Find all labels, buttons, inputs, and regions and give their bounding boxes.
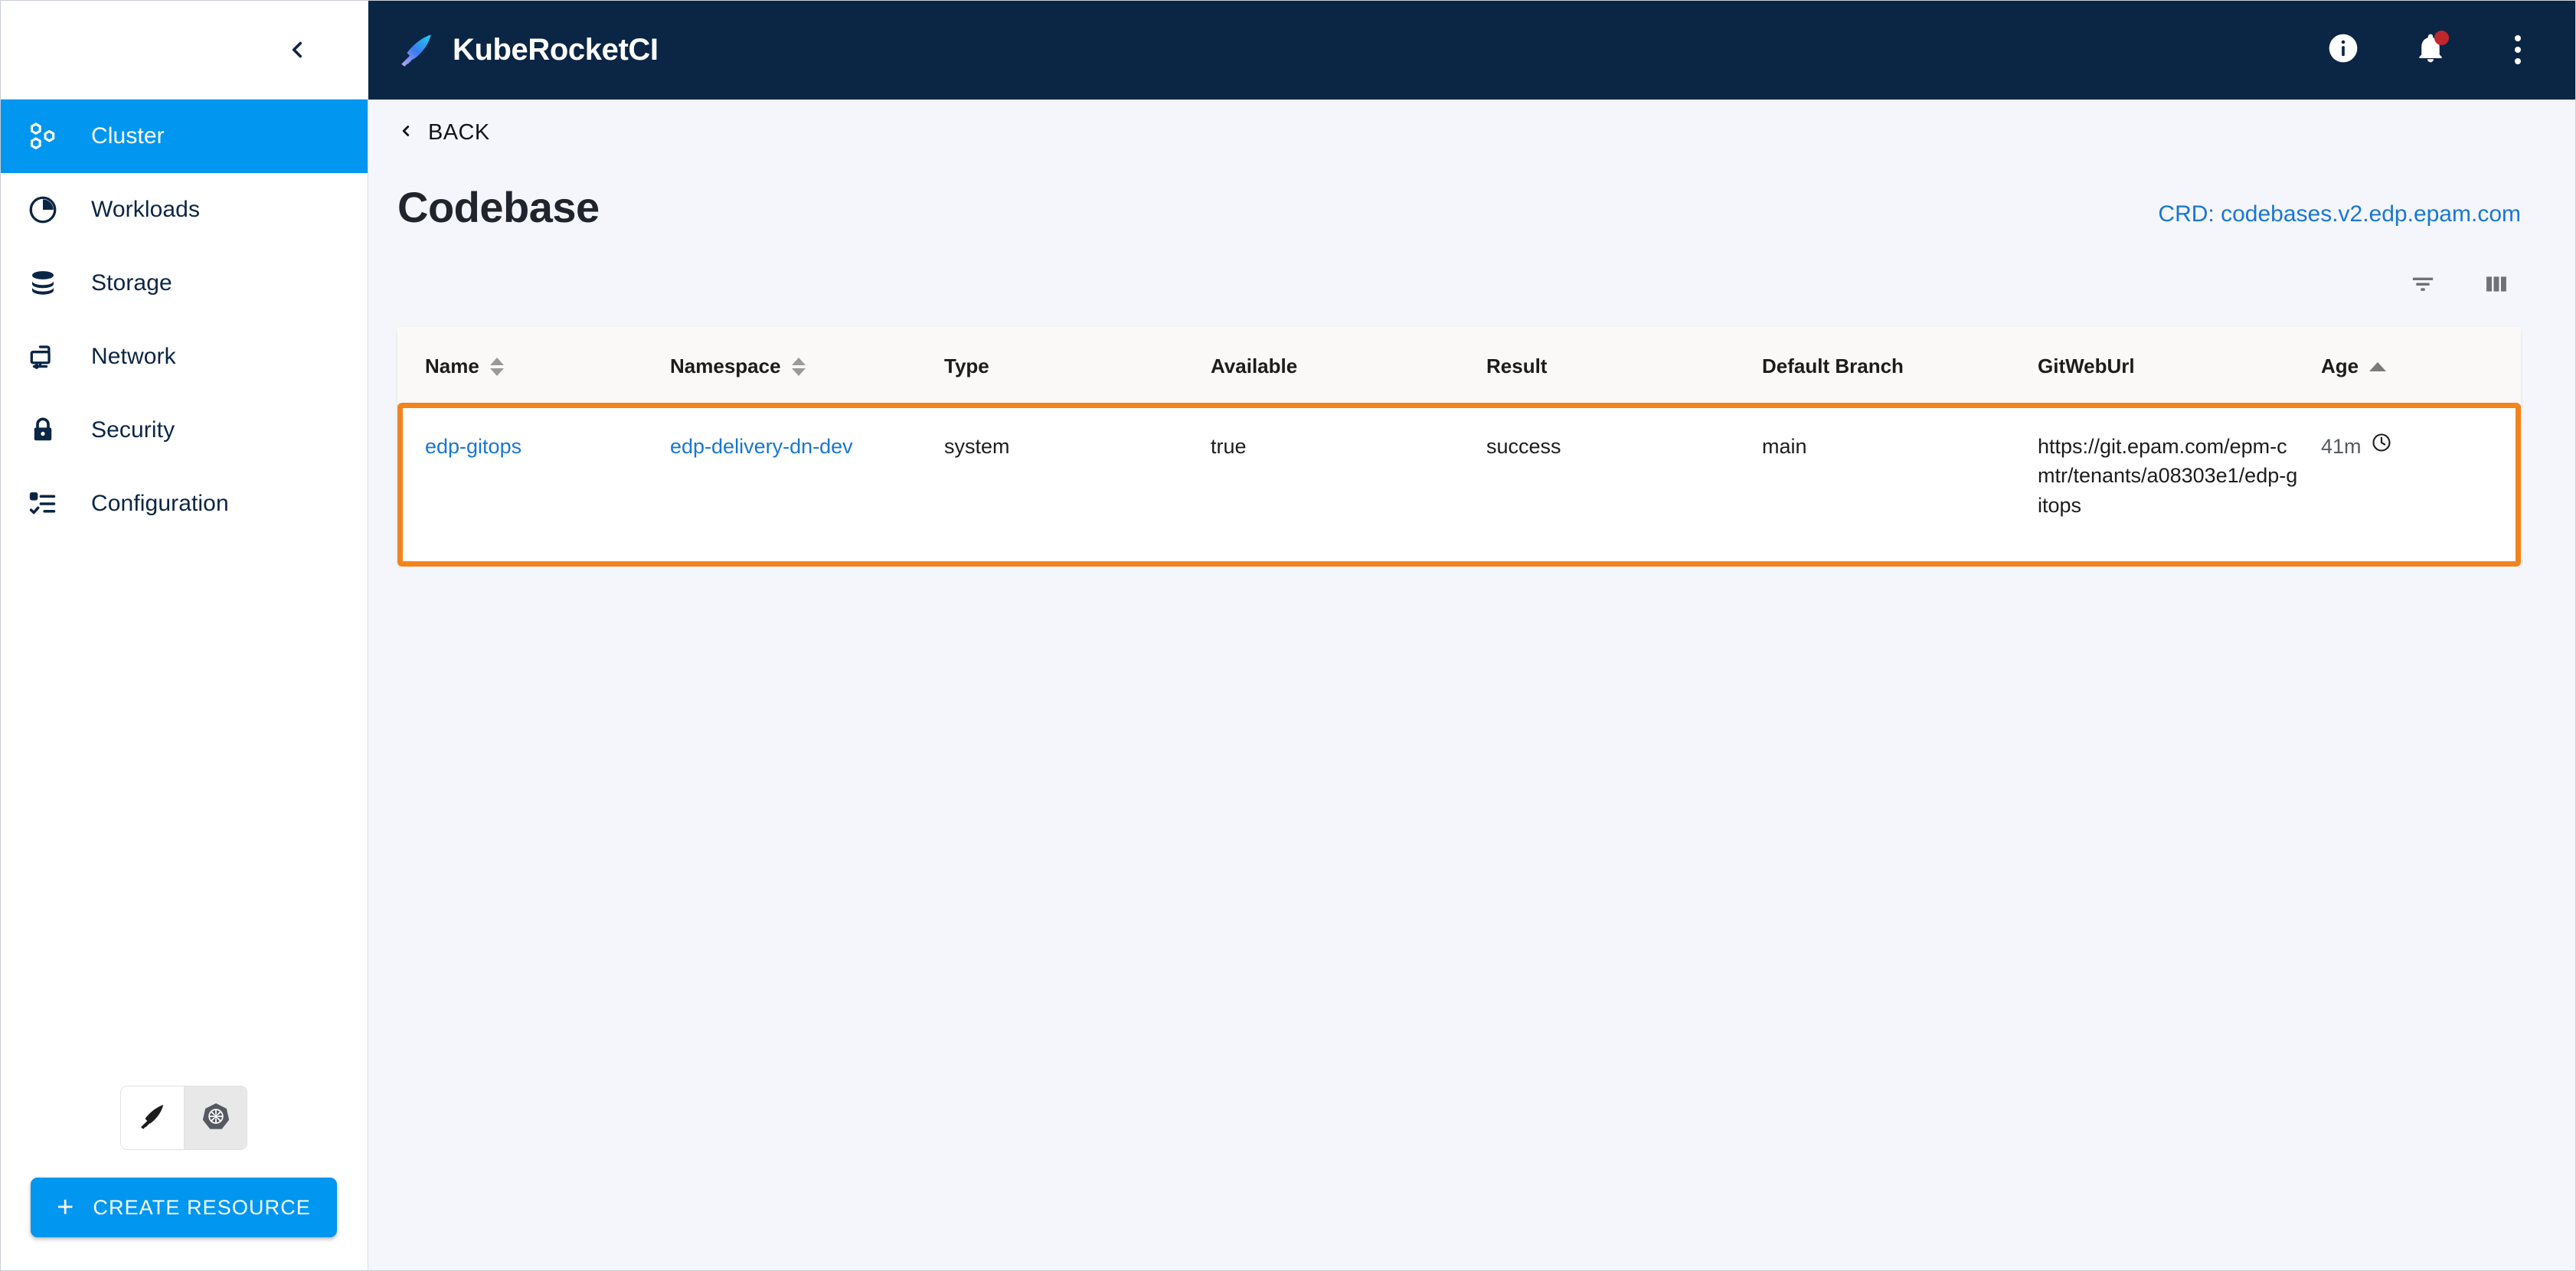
codebase-table-card: Name Namespace Type Available Result Def… — [397, 327, 2521, 567]
sidebar-item-label: Workloads — [91, 197, 201, 222]
clock-icon — [2371, 432, 2392, 461]
sidebar-item-security[interactable]: Security — [0, 394, 368, 467]
sidebar-footer: + CREATE RESOURCE — [0, 1086, 368, 1271]
rocket-feather-logo-icon — [397, 31, 436, 69]
create-resource-label: CREATE RESOURCE — [93, 1195, 311, 1219]
column-label: Default Branch — [1762, 355, 1904, 377]
sidebar-item-workloads[interactable]: Workloads — [0, 173, 368, 247]
notifications-button[interactable] — [2411, 30, 2450, 70]
sort-both-icon — [489, 357, 504, 376]
info-icon — [2326, 31, 2360, 69]
notification-badge — [2434, 31, 2449, 45]
sidebar-item-label: Storage — [91, 270, 172, 296]
body-row: Cluster Workloads Storage Network Securi… — [0, 100, 2576, 1271]
column-label: Name — [425, 355, 479, 377]
column-label: Type — [944, 355, 989, 377]
cell-giturl: https://git.epam.com/epm-cmtr/tenants/a0… — [2038, 435, 2298, 517]
top-bar-row: KubeRocketCI — [0, 0, 2576, 100]
columns-icon — [2483, 270, 2510, 302]
application-window: KubeRocketCI Cluster Workloads Storage N… — [0, 0, 2576, 1271]
view-toggle-group — [120, 1086, 247, 1150]
rocket-feather-icon — [138, 1102, 167, 1135]
cell-age: 41m — [2321, 406, 2521, 564]
main-content: BACK Codebase CRD: codebases.v2.edp.epam… — [368, 100, 2576, 1271]
codebase-table: Name Namespace Type Available Result Def… — [397, 327, 2521, 564]
kuberocketci-view-toggle[interactable] — [121, 1086, 184, 1149]
chevron-left-icon — [284, 37, 310, 63]
sort-both-icon — [791, 357, 806, 376]
network-monitor-icon — [25, 339, 60, 374]
cluster-icon — [25, 119, 60, 154]
sidebar-item-network[interactable]: Network — [0, 320, 368, 394]
codebase-name-link[interactable]: edp-gitops — [425, 435, 521, 458]
application-header: KubeRocketCI — [368, 0, 2576, 100]
sidebar-item-label: Network — [91, 344, 176, 369]
sidebar-collapse-bar — [0, 0, 368, 100]
column-header-default-branch: Default Branch — [1762, 327, 2038, 406]
table-head: Name Namespace Type Available Result Def… — [397, 327, 2521, 406]
table-toolbar — [368, 232, 2521, 302]
more-options-button[interactable] — [2498, 30, 2538, 70]
sidebar-item-configuration[interactable]: Configuration — [0, 467, 368, 541]
column-header-namespace[interactable]: Namespace — [670, 327, 944, 406]
column-header-name[interactable]: Name — [397, 327, 670, 406]
cell-type: system — [944, 435, 1010, 458]
sidebar-item-storage[interactable]: Storage — [0, 247, 368, 320]
column-label: Available — [1211, 355, 1298, 377]
cell-result: success — [1486, 435, 1561, 458]
sidebar: Cluster Workloads Storage Network Securi… — [0, 100, 368, 1271]
column-label: Age — [2321, 355, 2359, 377]
checklist-icon — [25, 486, 60, 521]
sidebar-item-cluster[interactable]: Cluster — [0, 100, 368, 173]
header-actions — [2323, 30, 2538, 70]
storage-db-icon — [25, 266, 60, 301]
kubernetes-view-toggle[interactable] — [184, 1086, 247, 1149]
plus-icon: + — [57, 1191, 75, 1224]
table-body: edp-gitops edp-delivery-dn-dev system tr… — [397, 406, 2521, 564]
column-header-type: Type — [944, 327, 1211, 406]
column-header-result: Result — [1486, 327, 1762, 406]
lock-icon — [25, 413, 60, 448]
sidebar-collapse-button[interactable] — [276, 29, 318, 70]
cell-default-branch: main — [1762, 435, 1807, 458]
view-toggle-group-wrapper — [0, 1086, 368, 1150]
back-label: BACK — [428, 120, 490, 145]
sidebar-item-label: Security — [91, 417, 175, 443]
sidebar-nav: Cluster Workloads Storage Network Securi… — [0, 100, 368, 541]
info-button[interactable] — [2323, 30, 2363, 70]
brand[interactable]: KubeRocketCI — [397, 31, 659, 69]
page-header: Codebase CRD: codebases.v2.edp.epam.com — [368, 145, 2521, 232]
age-value: 41m — [2321, 435, 2362, 458]
brand-title: KubeRocketCI — [453, 32, 659, 67]
column-header-giturl: GitWebUrl — [2038, 327, 2321, 406]
workloads-pie-icon — [25, 192, 60, 227]
cell-name: edp-gitops — [397, 406, 670, 564]
create-resource-button[interactable]: + CREATE RESOURCE — [31, 1178, 337, 1237]
sidebar-item-label: Configuration — [91, 491, 229, 516]
kubernetes-helm-icon — [201, 1101, 231, 1135]
chevron-left-icon — [397, 121, 414, 145]
back-button[interactable]: BACK — [368, 100, 490, 145]
sort-ascending-icon — [2369, 361, 2387, 371]
kebab-menu-icon — [2515, 35, 2521, 64]
cell-available: true — [1211, 435, 1247, 458]
filter-icon — [2409, 270, 2437, 302]
column-label: Namespace — [670, 355, 781, 377]
sidebar-item-label: Cluster — [91, 123, 165, 149]
column-label: Result — [1486, 355, 1548, 377]
page-title: Codebase — [397, 183, 600, 231]
crd-link[interactable]: CRD: codebases.v2.edp.epam.com — [2158, 201, 2521, 232]
table-row[interactable]: edp-gitops edp-delivery-dn-dev system tr… — [397, 406, 2521, 564]
column-label: GitWebUrl — [2038, 355, 2135, 377]
filter-button[interactable] — [2406, 269, 2440, 302]
cell-namespace: edp-delivery-dn-dev — [670, 406, 944, 564]
column-header-available: Available — [1211, 327, 1486, 406]
column-header-age[interactable]: Age — [2321, 327, 2521, 406]
create-resource-wrapper: + CREATE RESOURCE — [0, 1178, 368, 1237]
table-header-row: Name Namespace Type Available Result Def… — [397, 327, 2521, 406]
namespace-link[interactable]: edp-delivery-dn-dev — [670, 435, 853, 458]
columns-button[interactable] — [2480, 269, 2513, 302]
